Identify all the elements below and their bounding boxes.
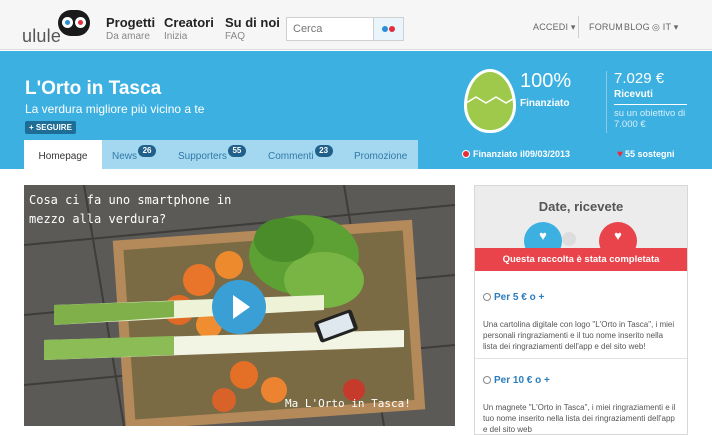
logo-text: ulule <box>22 26 62 46</box>
search-box <box>286 17 404 41</box>
reward-description: Una cartolina digitale con logo "L'Orto … <box>483 320 675 351</box>
nav-su-di-noi-sub: FAQ <box>225 31 246 42</box>
follow-button[interactable]: + SEGUIRE <box>25 121 76 134</box>
nav-progetti[interactable]: Progetti Da amare <box>106 15 155 42</box>
project-tagline: La verdura migliore più vicino a te <box>25 102 205 116</box>
stats-divider <box>606 71 607 133</box>
reward-divider <box>475 358 687 359</box>
nav-progetti-sub: Da amare <box>106 31 150 42</box>
alarm-clock-icon <box>462 150 470 158</box>
funded-percent: 100% <box>520 70 572 92</box>
funding-goal: su un obiettivo di 7.000 € <box>614 108 686 130</box>
commenti-count-badge: 23 <box>314 145 333 157</box>
radio-icon[interactable] <box>483 376 491 384</box>
tab-news[interactable]: News26 <box>112 140 157 169</box>
heart-icon: ♥ <box>617 149 623 160</box>
owl-icon <box>58 10 90 36</box>
campaign-completed-banner: Questa raccolta è stata completata <box>475 248 687 271</box>
funded-percent-label: Finanziato <box>520 98 570 109</box>
reward-item[interactable]: Per 10 € o + Un magnete "L'Orto in Tasca… <box>475 370 687 434</box>
nav-creatori[interactable]: Creatori Inizia <box>164 15 214 42</box>
funded-date-text: Finanziato il09/03/2013 <box>473 149 571 159</box>
rewards-panel: Date, ricevete ♥ ♥ Questa raccolta è sta… <box>474 185 688 435</box>
rewards-title: Date, ricevete <box>538 199 624 214</box>
reward-item[interactable]: Per 5 € o + Una cartolina digitale con l… <box>475 287 687 352</box>
tab-commenti[interactable]: Commenti23 <box>268 140 333 169</box>
tab-supporters[interactable]: Supporters55 <box>178 140 246 169</box>
nav-creatori-sub: Inizia <box>164 31 188 42</box>
supporters-count-text: 55 sostegni <box>624 149 675 159</box>
forum-link[interactable]: FORUM <box>589 22 623 32</box>
tab-promozione-label: Promozione <box>354 151 408 162</box>
tab-promozione[interactable]: Promozione <box>354 140 407 169</box>
tab-homepage[interactable]: Homepage <box>24 140 102 169</box>
tab-commenti-label: Commenti <box>268 151 314 162</box>
tab-homepage-label: Homepage <box>38 151 88 162</box>
video-caption-top: Cosa ci fa uno smartphone in mezzo alla … <box>29 193 232 226</box>
search-input[interactable] <box>287 18 367 40</box>
amount-received-label: Ricevuti <box>614 89 653 100</box>
supporters-count-badge: 55 <box>227 145 246 157</box>
project-title: L'Orto in Tasca <box>25 78 162 99</box>
nav-progetti-label: Progetti <box>106 15 156 30</box>
reward-description: Un magnete "L'Orto in Tasca", i miei rin… <box>483 403 676 434</box>
reward-price: Per 10 € o + <box>494 375 550 386</box>
ulule-logo[interactable]: ulule <box>22 10 92 46</box>
language-selector[interactable]: ◎ IT ▾ <box>652 22 678 33</box>
video-caption-bottom: Ma L'Orto in Tasca! <box>285 397 411 410</box>
radio-icon[interactable] <box>483 293 491 301</box>
funded-date: Finanziato il09/03/2013 <box>462 149 570 159</box>
blog-link[interactable]: BLOG <box>624 22 650 32</box>
tab-supporters-label: Supporters <box>178 151 227 162</box>
rewards-header: Date, ricevete <box>475 186 687 248</box>
nav-creatori-label: Creatori <box>164 15 214 30</box>
dot-icon <box>562 232 576 246</box>
project-video[interactable]: Cosa ci fa uno smartphone in mezzo alla … <box>24 185 455 426</box>
supporters-count: ♥ 55 sostegni <box>617 149 674 160</box>
accedi-link[interactable]: ACCEDI ▾ <box>533 22 576 33</box>
news-count-badge: 26 <box>138 145 157 157</box>
reward-price: Per 5 € o + <box>494 292 545 303</box>
project-hero: L'Orto in Tasca La verdura migliore più … <box>0 51 712 169</box>
nav-su-di-noi[interactable]: Su di noi FAQ <box>225 15 280 42</box>
funded-egg-icon <box>464 69 516 133</box>
divider <box>578 16 579 38</box>
project-tabs: Homepage News26 Supporters55 Commenti23 … <box>24 140 418 169</box>
top-nav: ulule Progetti Da amare Creatori Inizia … <box>0 0 712 50</box>
search-button[interactable] <box>373 18 403 40</box>
nav-su-di-noi-label: Su di noi <box>225 15 280 30</box>
amount-received: 7.029 € <box>614 70 665 87</box>
amount-underline <box>614 104 687 105</box>
play-button-icon[interactable] <box>212 280 266 334</box>
tab-news-label: News <box>112 151 138 162</box>
